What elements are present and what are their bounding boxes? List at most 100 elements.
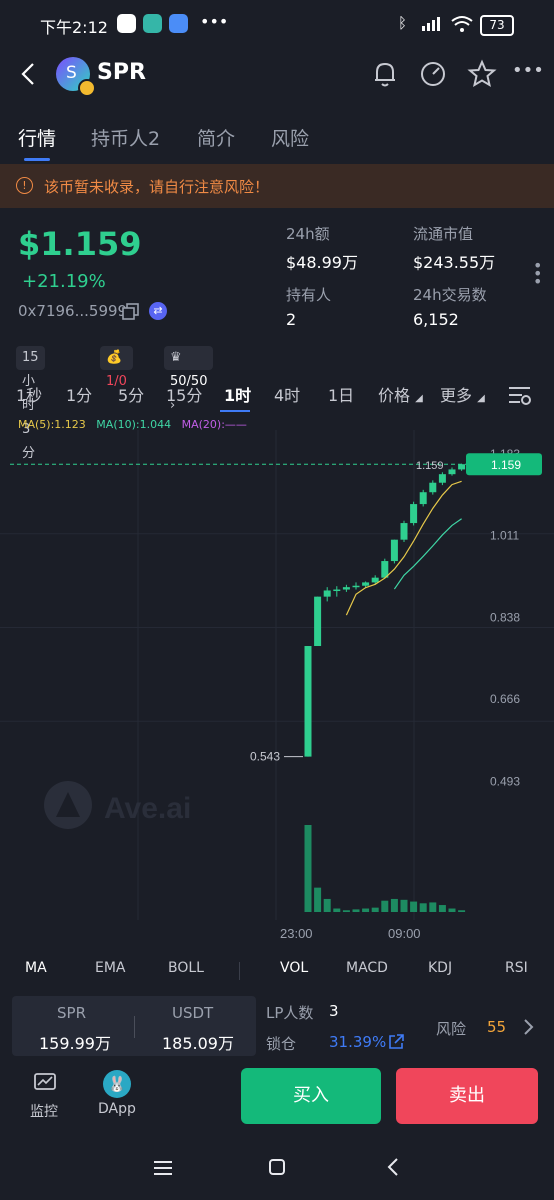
pool-quote-amount: 185.09万: [162, 1034, 234, 1053]
indicator-kdj[interactable]: KDJ: [428, 960, 452, 976]
header: S SPR •••: [0, 48, 554, 100]
low-price-label: 0.543: [250, 750, 280, 764]
interval-1h[interactable]: 1时: [224, 382, 251, 406]
token-symbol: SPR: [97, 60, 146, 85]
volume-bar: [381, 900, 389, 912]
dapp-label[interactable]: DApp: [98, 1101, 136, 1117]
indicator-rsi[interactable]: RSI: [505, 960, 528, 976]
current-price-tag-text: 1.159: [491, 458, 521, 472]
pool-quote-symbol: USDT: [172, 1004, 214, 1022]
volume-bar: [458, 910, 466, 912]
price-type-label: 价格: [378, 386, 411, 405]
menu-icon[interactable]: [153, 1160, 173, 1176]
battery-level: 73: [489, 18, 505, 32]
interval-4h[interactable]: 4时: [274, 382, 300, 406]
chart-settings-icon[interactable]: [508, 384, 532, 406]
swap-icon[interactable]: ⇄: [149, 302, 167, 320]
lock-percentage: 31.39%: [329, 1033, 387, 1051]
token-logo-letter: S: [66, 63, 77, 83]
y-axis-tick: 0.493: [490, 774, 520, 788]
stat-value-24h-txns: 6,152: [413, 310, 459, 329]
tab-bar: 行情 持币人2 简介 风险: [0, 110, 554, 164]
monitor-label[interactable]: 监控: [30, 1101, 58, 1121]
interval-bar: 1秒 1分 5分 15分 1时 4时 1日 价格 ◢ 更多 ◢: [0, 382, 554, 412]
lp-info[interactable]: LP人数 3 锁仓 31.39% 风险 55: [264, 996, 554, 1056]
back-icon[interactable]: [20, 62, 36, 86]
y-axis-tick: 0.838: [490, 611, 520, 625]
buy-button[interactable]: 买入: [241, 1068, 381, 1124]
system-nav-bar: [0, 1140, 554, 1200]
interval-15m[interactable]: 15分: [166, 382, 202, 406]
x-axis-tick: 09:00: [388, 926, 421, 941]
active-interval-indicator: [220, 410, 250, 412]
bell-icon[interactable]: [372, 60, 398, 88]
interval-1m[interactable]: 1分: [66, 382, 92, 406]
interval-5m[interactable]: 5分: [118, 382, 144, 406]
candle: [410, 504, 418, 524]
y-axis-tick: 0.666: [490, 692, 520, 706]
copy-icon[interactable]: [122, 303, 140, 321]
wifi-icon: [451, 16, 473, 32]
volume-bar: [419, 903, 427, 912]
candle: [323, 590, 331, 597]
indicator-boll[interactable]: BOLL: [168, 960, 204, 976]
candle: [342, 587, 350, 590]
price-type-dropdown[interactable]: 价格 ◢: [378, 382, 423, 406]
external-link-icon[interactable]: [388, 1034, 404, 1050]
volume-bar: [371, 907, 379, 912]
risk-label: 风险: [436, 1020, 467, 1038]
stat-value-24h-volume: $48.99万: [286, 253, 358, 272]
status-bar: 下午2:12 ••• ᛒ 73: [0, 0, 554, 48]
tax-badge: 💰 1/0: [100, 346, 133, 389]
vertical-more-icon[interactable]: • • •: [533, 258, 542, 290]
volume-bar: [429, 902, 437, 912]
tab-intro[interactable]: 简介: [197, 124, 235, 151]
indicator-divider: [239, 962, 240, 980]
gauge-icon[interactable]: [419, 60, 447, 88]
tab-holders[interactable]: 持币人2: [91, 124, 160, 151]
indicator-macd[interactable]: MACD: [346, 960, 388, 976]
volume-bar: [390, 898, 398, 912]
token-logo: S: [56, 57, 96, 97]
risk-warning-banner: ! 该币暂未收录，请自行注意风险！: [0, 164, 554, 208]
stat-label-24h-txns: 24h交易数: [413, 286, 487, 304]
more-icon[interactable]: •••: [512, 60, 544, 81]
volume-bar: [352, 909, 360, 912]
volume-bar: [448, 908, 456, 912]
interval-1s[interactable]: 1秒: [16, 382, 42, 406]
volume-bar: [438, 905, 446, 912]
star-icon[interactable]: [467, 59, 497, 89]
warning-text: 该币暂未收录，请自行注意风险！: [44, 178, 270, 196]
indicator-ema[interactable]: EMA: [95, 960, 126, 976]
tab-risk[interactable]: 风险: [271, 124, 309, 151]
stat-label-24h-volume: 24h额: [286, 225, 330, 243]
battery-icon: 73: [480, 15, 514, 36]
monitor-icon[interactable]: [33, 1072, 57, 1094]
pool-base-amount: 159.99万: [39, 1034, 111, 1053]
interval-1d[interactable]: 1日: [328, 382, 354, 406]
candle: [419, 492, 427, 505]
candle: [314, 596, 322, 647]
price-chart[interactable]: Ave.ai1.1831.0110.8380.6660.4931.1591.15…: [0, 430, 554, 950]
more-intervals-dropdown[interactable]: 更多 ◢: [440, 382, 485, 406]
lp-count-label: LP人数: [266, 1004, 314, 1022]
back-nav-icon[interactable]: [386, 1157, 400, 1177]
ma5-line: [345, 480, 462, 616]
tab-market[interactable]: 行情: [18, 124, 56, 151]
volume-bar: [342, 910, 350, 912]
app-icon: [143, 14, 162, 33]
watermark-text: Ave.ai: [104, 792, 191, 825]
bluetooth-icon: ᛒ: [398, 14, 408, 32]
candle: [458, 464, 466, 470]
indicator-ma[interactable]: MA: [25, 960, 47, 976]
volume-bar: [400, 899, 408, 912]
sell-button[interactable]: 卖出: [396, 1068, 538, 1124]
home-icon[interactable]: [268, 1158, 286, 1176]
indicator-vol[interactable]: VOL: [280, 960, 308, 976]
volume-bar: [333, 908, 341, 912]
candle: [438, 474, 446, 483]
dropdown-icon: ◢: [415, 393, 423, 404]
app-icon: [169, 14, 188, 33]
dapp-icon[interactable]: 🐰: [103, 1070, 131, 1098]
score-badge[interactable]: ♛ 50/50 ›: [164, 346, 214, 413]
